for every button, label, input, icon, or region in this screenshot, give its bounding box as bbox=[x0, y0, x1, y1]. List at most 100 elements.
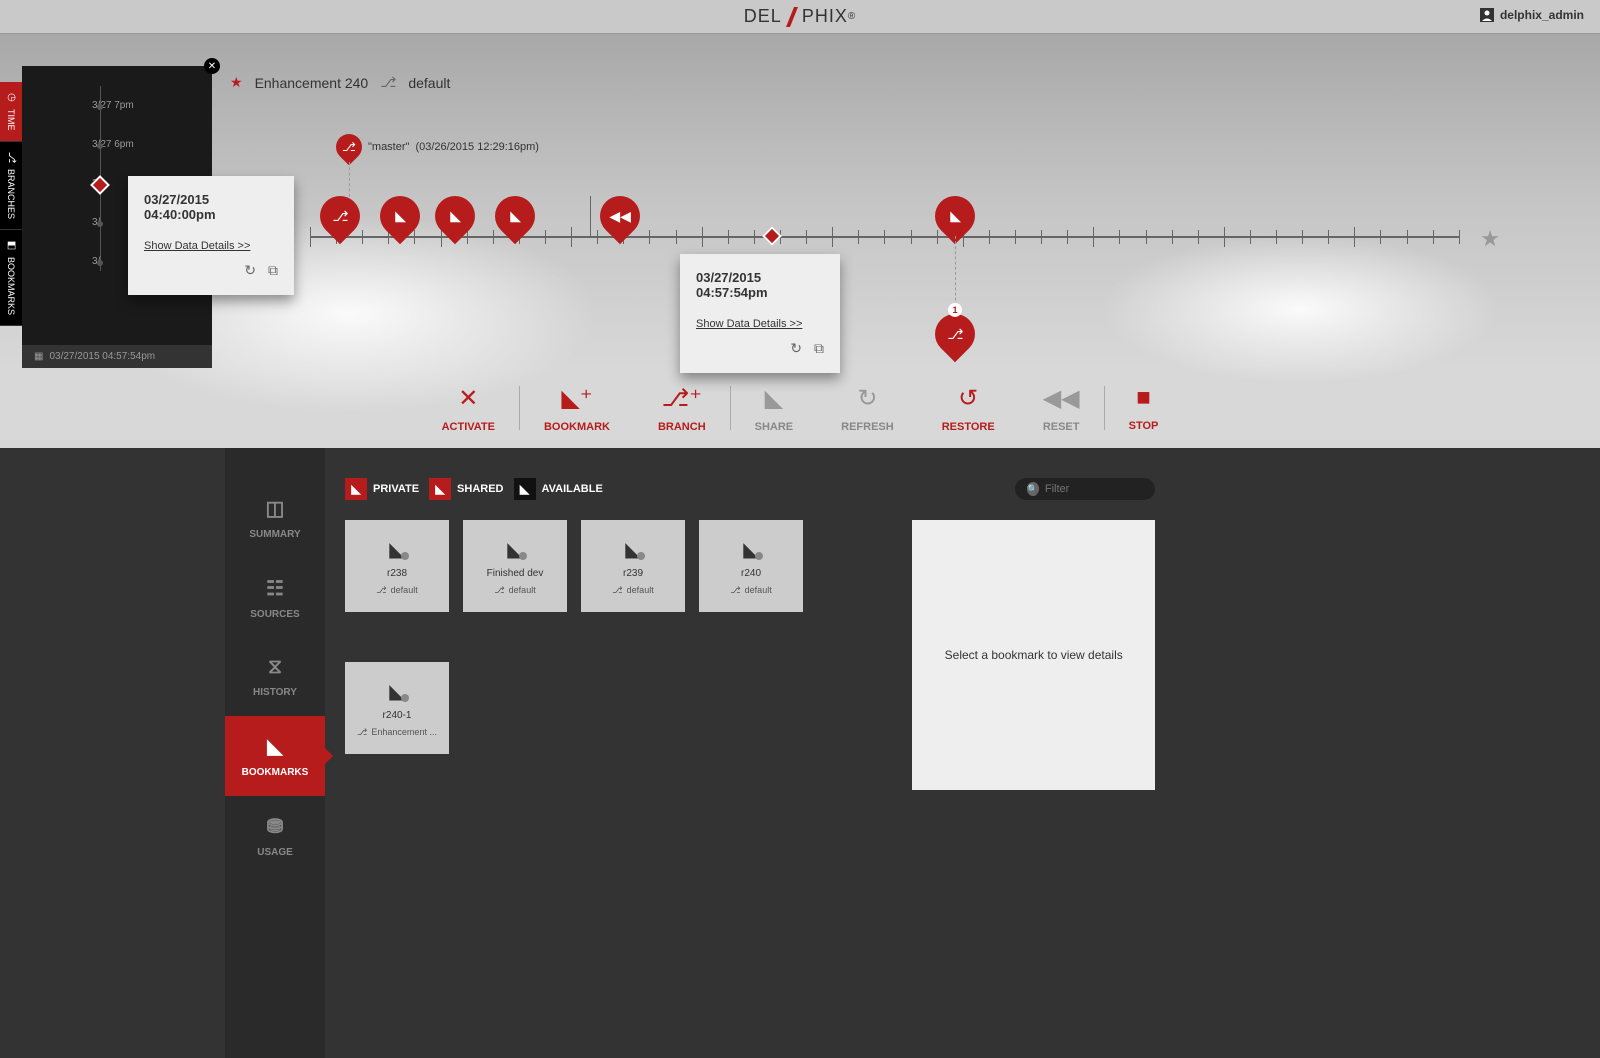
side-tab-time[interactable]: ◷ TIME bbox=[0, 82, 22, 142]
hourglass-icon: ⧖ bbox=[268, 656, 282, 679]
refresh-button[interactable]: ↻ REFRESH bbox=[817, 384, 918, 433]
bookmark-card[interactable]: ◣ r238 ⎇default bbox=[345, 520, 449, 612]
bookmark-details-panel: Select a bookmark to view details bbox=[912, 520, 1155, 790]
bookmark-branch: ⎇default bbox=[494, 585, 535, 596]
filter-shared[interactable]: ◣ SHARED bbox=[429, 478, 503, 500]
rewind-icon: ◀◀ bbox=[609, 208, 631, 225]
bookmark-icon: ◣ bbox=[950, 208, 961, 225]
share-button[interactable]: ◣ SHARE bbox=[731, 384, 818, 433]
sidebar-item-history[interactable]: ⧖ HISTORY bbox=[225, 638, 325, 716]
bookmark-name: r238 bbox=[387, 568, 407, 579]
branch-icon: ⎇ bbox=[730, 585, 740, 596]
refresh-icon[interactable]: ↻ bbox=[244, 262, 256, 279]
filter-input[interactable] bbox=[1045, 483, 1143, 495]
stop-button[interactable]: ■ STOP bbox=[1105, 384, 1183, 432]
logo-slash-icon bbox=[784, 5, 800, 29]
branch-origin-time: (03/26/2015 12:29:16pm) bbox=[415, 141, 539, 153]
bookmark-icon: ◣ bbox=[389, 679, 404, 704]
connector-line bbox=[349, 162, 350, 202]
details-link[interactable]: Show Data Details >> bbox=[696, 318, 824, 330]
bookmark-icon: ◣ bbox=[389, 537, 404, 562]
action-label: BRANCH bbox=[658, 421, 706, 433]
side-tab-label: TIME bbox=[6, 109, 16, 131]
usage-icon: ⛃ bbox=[267, 814, 284, 839]
sidebar-item-label: SOURCES bbox=[250, 609, 299, 620]
action-label: RESET bbox=[1043, 421, 1080, 433]
sidebar-item-summary[interactable]: ◫ SUMMARY bbox=[225, 478, 325, 558]
action-label: REFRESH bbox=[841, 421, 894, 433]
refresh-icon[interactable]: ↻ bbox=[790, 340, 802, 357]
timeline-marker-branch-below[interactable]: ⎇1 bbox=[927, 306, 984, 363]
bookmark-name: r239 bbox=[623, 568, 643, 579]
bookmark-card[interactable]: ◣ Finished dev ⎇default bbox=[463, 520, 567, 612]
bookmark-name: r240-1 bbox=[383, 710, 412, 721]
divider bbox=[590, 196, 591, 236]
bookmark-icon: ◣ bbox=[345, 478, 367, 500]
sidebar-item-bookmarks[interactable]: ◣ BOOKMARKS bbox=[225, 716, 325, 796]
bookmark-button[interactable]: ◣⁺ BOOKMARK bbox=[520, 384, 634, 433]
timeline-star-icon[interactable]: ★ bbox=[1480, 226, 1500, 252]
time-popup-1: 03/27/2015 04:40:00pm Show Data Details … bbox=[128, 176, 294, 295]
user-icon bbox=[1480, 8, 1494, 22]
shuffle-icon: ✕ bbox=[458, 384, 478, 413]
details-link[interactable]: Show Data Details >> bbox=[144, 240, 278, 252]
filter-label: PRIVATE bbox=[373, 483, 419, 495]
bookmark-icon: ◧ bbox=[6, 240, 17, 251]
popup-time: 03/27/2015 04:57:54pm bbox=[696, 270, 824, 300]
filter-label: SHARED bbox=[457, 483, 503, 495]
refresh-icon: ↻ bbox=[857, 384, 877, 413]
filter-search[interactable]: 🔍 bbox=[1015, 478, 1155, 500]
brand-left: DEL bbox=[744, 6, 782, 27]
selected-time: 03/27/2015 04:57:54pm bbox=[49, 351, 155, 362]
sidebar-item-label: BOOKMARKS bbox=[242, 767, 309, 778]
bookmark-name: r240 bbox=[741, 568, 761, 579]
action-label: ACTIVATE bbox=[442, 421, 495, 433]
bookmark-grid: ◣ r238 ⎇default ◣ Finished dev ⎇default … bbox=[345, 520, 882, 790]
branch-button[interactable]: ⎇⁺ BRANCH bbox=[634, 384, 730, 433]
restore-icon: ↺ bbox=[958, 384, 978, 413]
bookmark-icon: ◣ bbox=[743, 537, 758, 562]
filter-label: AVAILABLE bbox=[542, 483, 603, 495]
bookmark-card[interactable]: ◣ r240-1 ⎇Enhancement ... bbox=[345, 662, 449, 754]
reset-button[interactable]: ◀◀ RESET bbox=[1019, 384, 1104, 433]
branch-icon: ⎇ bbox=[376, 585, 386, 596]
branch-title: Enhancement 240 bbox=[255, 75, 369, 91]
rewind-icon: ◀◀ bbox=[1043, 384, 1080, 413]
branch-icon: ⎇ bbox=[494, 585, 504, 596]
clock-icon: ◷ bbox=[6, 92, 17, 103]
details-empty-text: Select a bookmark to view details bbox=[945, 648, 1123, 662]
timeline[interactable]: ⎇ ◣ ◣ ◣ ◀◀ ◣ ⎇1 ★ bbox=[310, 236, 1460, 238]
branch-icon: ⎇ bbox=[612, 585, 622, 596]
branch-icon: ⎇ bbox=[380, 74, 396, 91]
side-tab-branches[interactable]: ⎇ BRANCHES bbox=[0, 142, 22, 230]
database-icon: ☷ bbox=[266, 576, 284, 601]
filter-available[interactable]: ◣ AVAILABLE bbox=[514, 478, 603, 500]
bookmark-add-icon[interactable]: ⧉ bbox=[268, 262, 278, 279]
time-item[interactable]: 3/27 7pm bbox=[92, 86, 212, 125]
side-tab-bookmarks[interactable]: ◧ BOOKMARKS bbox=[0, 230, 22, 326]
activate-button[interactable]: ✕ ACTIVATE bbox=[418, 384, 519, 433]
star-icon: ★ bbox=[230, 74, 243, 91]
filter-private[interactable]: ◣ PRIVATE bbox=[345, 478, 419, 500]
sidebar-item-usage[interactable]: ⛃ USAGE bbox=[225, 796, 325, 876]
bookmark-branch: ⎇Enhancement ... bbox=[357, 727, 437, 738]
summary-icon: ◫ bbox=[266, 496, 285, 521]
bookmark-card[interactable]: ◣ r240 ⎇default bbox=[699, 520, 803, 612]
branch-pin-icon: ⎇ bbox=[331, 129, 368, 166]
branch-add-icon: ⎇⁺ bbox=[662, 384, 702, 413]
sidebar-item-sources[interactable]: ☷ SOURCES bbox=[225, 558, 325, 638]
branch-origin-label: ⎇ "master" (03/26/2015 12:29:16pm) bbox=[336, 134, 539, 160]
bookmark-card[interactable]: ◣ r239 ⎇default bbox=[581, 520, 685, 612]
filter-row: ◣ PRIVATE ◣ SHARED ◣ AVAILABLE 🔍 bbox=[345, 478, 1155, 500]
user-info[interactable]: delphix_admin bbox=[1480, 8, 1584, 22]
bookmark-add-icon[interactable]: ⧉ bbox=[814, 340, 824, 357]
header: DEL PHIX ® delphix_admin bbox=[0, 0, 1600, 34]
branch-icon: ⎇ bbox=[332, 208, 348, 225]
branch-icon: ⎇ bbox=[357, 727, 367, 738]
restore-button[interactable]: ↺ RESTORE bbox=[918, 384, 1019, 433]
time-item[interactable]: 3/27 6pm bbox=[92, 125, 212, 164]
branch-origin-name: "master" bbox=[368, 141, 409, 153]
bookmark-branch: ⎇default bbox=[730, 585, 771, 596]
branch-icon: ⎇ bbox=[6, 152, 17, 163]
side-tabs: ◷ TIME ⎇ BRANCHES ◧ BOOKMARKS bbox=[0, 82, 22, 326]
